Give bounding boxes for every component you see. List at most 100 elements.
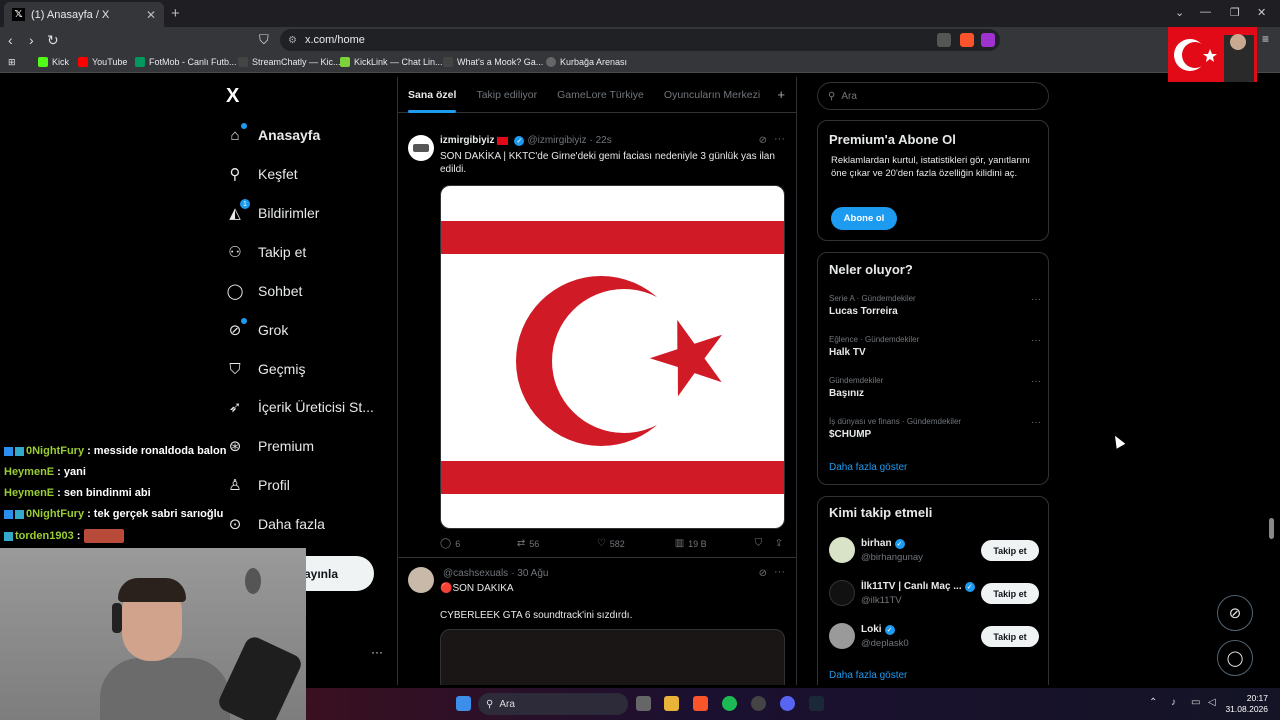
steam-icon[interactable]: [809, 696, 824, 711]
tab-for-you[interactable]: Sana özel: [408, 77, 457, 113]
trend-item[interactable]: Serie A · Gündemdekiler Lucas Torreira ·…: [829, 294, 1041, 317]
follow-suggestion[interactable]: İlk11TV | Canlı Maç ... ✓ @ilk11TV Takip …: [829, 580, 1039, 608]
retweet-button[interactable]: ⇄ 56: [517, 538, 597, 549]
follow-button[interactable]: Takip et: [981, 583, 1039, 604]
grok-explain-icon[interactable]: ⊘: [759, 568, 767, 579]
tab-following[interactable]: Takip ediliyor: [476, 77, 537, 113]
taskbar-clock[interactable]: 20:17 31.08.2026: [1225, 693, 1268, 715]
maximize-button[interactable]: ❐: [1230, 6, 1240, 19]
discord-icon[interactable]: [780, 696, 795, 711]
sidebar-item-profile[interactable]: ♙ Profil: [226, 476, 290, 494]
network-icon[interactable]: ▭: [1191, 697, 1200, 708]
spotify-icon[interactable]: [722, 696, 737, 711]
apps-icon[interactable]: ⊞: [8, 57, 16, 68]
messages-fab-icon[interactable]: ◯: [1217, 640, 1253, 676]
trend-more-icon[interactable]: ···: [1031, 417, 1041, 428]
new-tab-button[interactable]: +: [171, 5, 180, 22]
tweet-image[interactable]: [440, 185, 785, 529]
like-button[interactable]: ♡ 582: [597, 538, 675, 549]
brave-shield-icon[interactable]: [960, 33, 974, 47]
bookmark-fotmob[interactable]: FotMob - Canlı Futb...: [135, 57, 237, 67]
tab-oyuncular[interactable]: Oyuncuların Merkezi: [664, 77, 760, 113]
task-view-icon[interactable]: [636, 696, 651, 711]
avatar[interactable]: [829, 537, 855, 563]
bookmark-kicklink[interactable]: KickLink — Chat Lin...: [340, 57, 443, 67]
trend-more-icon[interactable]: ···: [1031, 376, 1041, 387]
x-logo[interactable]: X: [226, 85, 239, 108]
sidebar-item-grok[interactable]: ⊘ Grok: [226, 318, 288, 339]
follow-suggestion[interactable]: Loki ✓ @deplask0 Takip et: [829, 623, 1039, 651]
tray-chevron-icon[interactable]: ⌃: [1149, 697, 1157, 708]
sidebar-item-follow[interactable]: ⚇ Takip et: [226, 243, 306, 261]
brave-rewards-icon[interactable]: [981, 33, 995, 47]
avatar[interactable]: [829, 623, 855, 649]
reply-button[interactable]: ◯ 6: [440, 538, 517, 549]
tweet-more-icon[interactable]: ···: [774, 133, 785, 145]
avatar[interactable]: [829, 580, 855, 606]
sidebar-item-creator-studio[interactable]: ➶ İçerik Üreticisi St...: [226, 398, 374, 416]
follow-button[interactable]: Takip et: [981, 626, 1039, 647]
tweet-author-handle[interactable]: @cashsexuals: [443, 568, 508, 579]
tweet-time[interactable]: · 22s: [590, 135, 612, 146]
scrollbar[interactable]: [1269, 518, 1274, 539]
bookmark-page-icon[interactable]: ⛉: [259, 32, 269, 48]
tweet-time[interactable]: · 30 Ağu: [511, 568, 548, 579]
search-input[interactable]: ⚲ Ara: [817, 82, 1049, 110]
trend-item[interactable]: Eğlence · Gündemdekiler Halk TV ···: [829, 335, 1041, 358]
sidebar-item-bookmarks[interactable]: ⛉ Geçmiş: [226, 360, 305, 378]
obs-icon[interactable]: [751, 696, 766, 711]
reload-icon[interactable]: ↻: [47, 32, 59, 49]
bookmark-streamchatly[interactable]: StreamChatly — Kic...: [238, 57, 341, 67]
sidebar-item-premium[interactable]: ⊛ Premium: [226, 437, 314, 455]
taskbar-search[interactable]: ⚲ Ara: [478, 693, 628, 715]
tab-search-icon[interactable]: ⌄: [1175, 6, 1184, 19]
account-menu-icon[interactable]: ···: [371, 645, 383, 659]
trend-item[interactable]: Gündemdekiler Başınız ···: [829, 376, 1041, 399]
subscribe-button[interactable]: Abone ol: [831, 207, 897, 230]
sidebar-item-more[interactable]: ⊙ Daha fazla: [226, 515, 325, 533]
bookmark-tweet-button[interactable]: ⛉: [755, 538, 775, 549]
sidebar-item-chat[interactable]: ◯ Sohbet: [226, 282, 303, 300]
follow-button[interactable]: Takip et: [981, 540, 1039, 561]
mic-icon[interactable]: ♪: [1171, 697, 1176, 708]
follow-show-more[interactable]: Daha fazla göster: [829, 670, 907, 681]
bookmark-kick[interactable]: Kick: [38, 57, 69, 67]
menu-icon[interactable]: ≡: [1262, 32, 1269, 46]
close-window-button[interactable]: ✕: [1257, 6, 1266, 19]
tweet-more-icon[interactable]: ···: [774, 566, 785, 578]
bookmark-youtube[interactable]: YouTube: [78, 57, 127, 67]
site-info-icon[interactable]: ⚙: [288, 35, 297, 46]
address-bar[interactable]: ⚙ x.com/home: [280, 29, 1000, 51]
tweet[interactable]: @cashsexuals · 30 Ağu ⊘ ··· 🔴SON DAKIKA …: [398, 559, 797, 685]
back-icon[interactable]: ‹: [8, 32, 13, 48]
grok-fab-icon[interactable]: ⊘: [1217, 595, 1253, 631]
cast-icon[interactable]: [937, 33, 951, 47]
avatar[interactable]: [408, 135, 434, 161]
add-tab-icon[interactable]: +: [777, 87, 785, 102]
tweet-author-name[interactable]: izmirgibiyiz: [440, 135, 494, 146]
sidebar-item-explore[interactable]: ⚲ Keşfet: [226, 165, 298, 183]
sidebar-item-home[interactable]: ⌂ Anasayfa: [226, 123, 320, 144]
bookmark-mook[interactable]: What's a Mook? Ga...: [443, 57, 543, 67]
tweet-author-handle[interactable]: @izmirgibiyiz: [527, 135, 586, 146]
start-icon[interactable]: [456, 696, 471, 711]
file-explorer-icon[interactable]: [664, 696, 679, 711]
tweet-video[interactable]: [440, 629, 785, 685]
browser-tab[interactable]: 𝕏 (1) Anasayfa / X ✕: [4, 2, 164, 27]
avatar[interactable]: [408, 567, 434, 593]
views-button[interactable]: ▥ 19 B: [675, 538, 755, 549]
brave-icon[interactable]: [693, 696, 708, 711]
bookmark-kurbaga[interactable]: Kurbağa Arenası: [546, 57, 627, 67]
share-button[interactable]: ⇪: [775, 538, 787, 549]
follow-suggestion[interactable]: birhan ✓ @birhangunay Takip et: [829, 537, 1039, 565]
tab-gamelore[interactable]: GameLore Türkiye: [557, 77, 644, 113]
sidebar-item-notifications[interactable]: ◭ 1 Bildirimler: [226, 199, 319, 222]
forward-icon[interactable]: ›: [29, 32, 34, 48]
minimize-button[interactable]: —: [1200, 6, 1211, 18]
trends-show-more[interactable]: Daha fazla göster: [829, 462, 907, 473]
grok-explain-icon[interactable]: ⊘: [759, 135, 767, 146]
volume-icon[interactable]: ◁: [1208, 697, 1216, 708]
trend-item[interactable]: İş dünyası ve finans · Gündemdekiler $CH…: [829, 417, 1041, 440]
tweet[interactable]: izmirgibiyiz ✓ @izmirgibiyiz · 22s ⊘ ···…: [398, 125, 797, 558]
trend-more-icon[interactable]: ···: [1031, 294, 1041, 305]
